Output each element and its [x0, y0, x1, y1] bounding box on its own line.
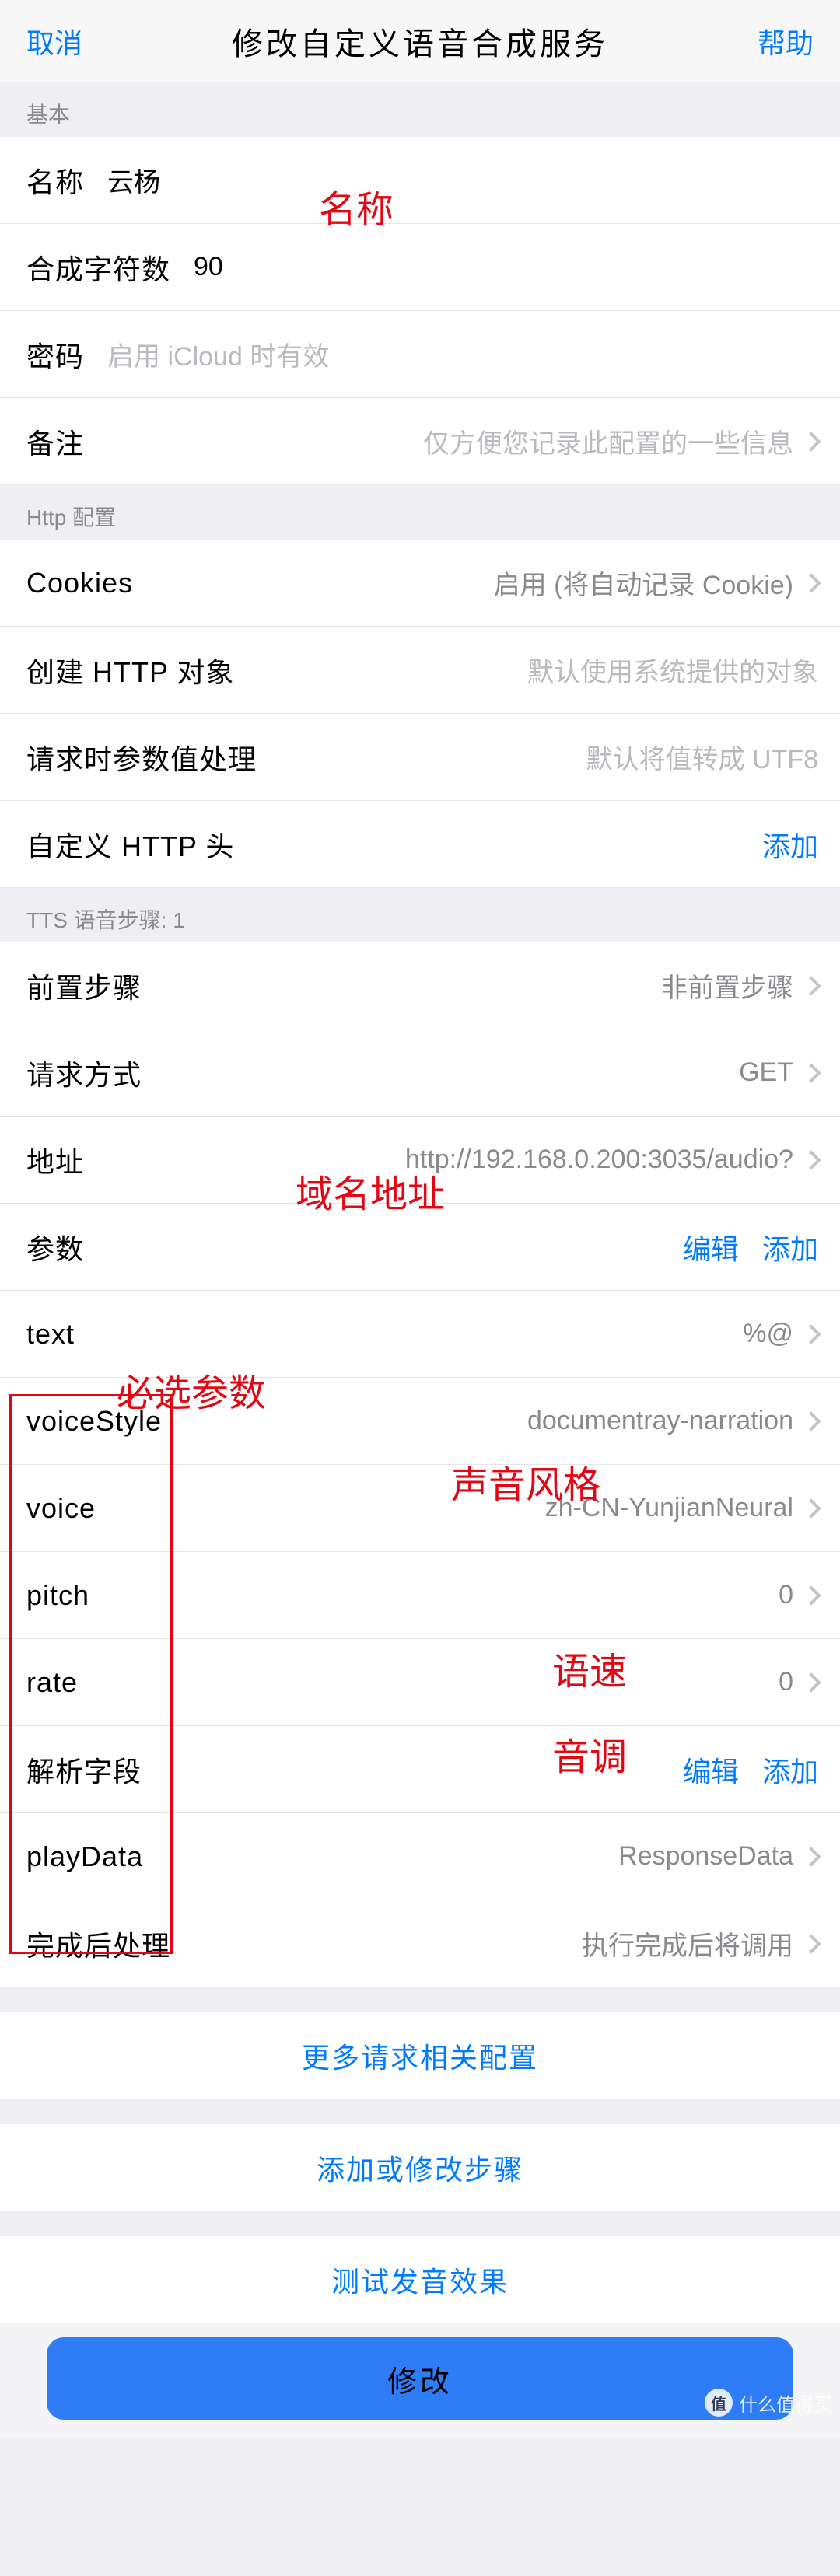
- label-create-http: 创建 HTTP 对象: [26, 650, 234, 690]
- edit-parse-button[interactable]: 编辑: [683, 1749, 739, 1790]
- param-value: zh-CN-YunjianNeural: [96, 1493, 793, 1523]
- label-chars: 合成字符数: [26, 247, 170, 288]
- label-note: 备注: [26, 421, 84, 462]
- parse-value: ResponseData: [143, 1841, 793, 1872]
- row-custom-headers[interactable]: 自定义 HTTP 头 添加: [0, 801, 840, 888]
- section-basic: 基本: [0, 82, 840, 137]
- row-chars[interactable]: 合成字符数 90: [0, 224, 840, 311]
- value-url: http://192.168.0.200:3035/audio?: [84, 1145, 793, 1175]
- add-parse-button[interactable]: 添加: [762, 1749, 818, 1790]
- value-create-http: 默认使用系统提供的对象: [234, 651, 818, 689]
- value-post: 执行完成后将调用: [170, 1924, 793, 1963]
- row-note[interactable]: 备注 仅方便您记录此配置的一些信息: [0, 398, 840, 485]
- page-root: 名称 域名地址 必选参数 声音风格 语速 音调 取消 修改自定义语音合成服务 帮…: [0, 0, 840, 2438]
- param-row-voicestyle[interactable]: voiceStyle documentray-narration: [0, 1378, 840, 1465]
- chevron-icon: [801, 1324, 821, 1344]
- row-pre-step[interactable]: 前置步骤 非前置步骤: [0, 942, 840, 1029]
- row-cookies[interactable]: Cookies 启用 (将自动记录 Cookie): [0, 540, 840, 627]
- row-post-process[interactable]: 完成后处理 执行完成后将调用: [0, 1900, 840, 1987]
- chevron-icon: [801, 1063, 821, 1082]
- chevron-icon: [801, 573, 821, 592]
- test-voice-button[interactable]: 测试发音效果: [0, 2236, 840, 2323]
- label-name: 名称: [26, 160, 84, 201]
- row-params-header: 参数 编辑 添加: [0, 1204, 840, 1291]
- chevron-icon: [801, 976, 821, 995]
- placeholder-note: 仅方便您记录此配置的一些信息: [84, 422, 793, 460]
- chevron-icon: [801, 1934, 821, 1953]
- label-method: 请求方式: [26, 1053, 142, 1093]
- label-pre-step: 前置步骤: [26, 966, 142, 1006]
- row-parse-header: 解析字段 编辑 添加: [0, 1726, 840, 1813]
- watermark-icon: 值: [705, 2389, 733, 2417]
- param-row-voice[interactable]: voice zh-CN-YunjianNeural: [0, 1465, 840, 1552]
- help-button[interactable]: 帮助: [758, 21, 814, 61]
- param-key: voiceStyle: [26, 1405, 162, 1438]
- value-method: GET: [142, 1057, 793, 1088]
- value-pre-step: 非前置步骤: [142, 966, 793, 1005]
- chevron-icon: [801, 1411, 821, 1431]
- row-method[interactable]: 请求方式 GET: [0, 1029, 840, 1117]
- add-param-button[interactable]: 添加: [762, 1227, 818, 1267]
- section-tts: TTS 语音步骤: 1: [0, 888, 840, 942]
- param-value: documentray-narration: [162, 1406, 793, 1436]
- label-password: 密码: [26, 334, 84, 375]
- chevron-icon: [801, 1585, 821, 1605]
- section-http: Http 配置: [0, 485, 840, 540]
- add-header-button[interactable]: 添加: [762, 824, 818, 865]
- param-key: voice: [26, 1492, 96, 1525]
- parse-row-playdata[interactable]: playData ResponseData: [0, 1813, 840, 1900]
- param-key: pitch: [26, 1579, 89, 1612]
- label-params: 参数: [26, 1227, 84, 1267]
- cancel-button[interactable]: 取消: [26, 21, 82, 61]
- row-param-encoding[interactable]: 请求时参数值处理 默认将值转成 UTF8: [0, 714, 840, 801]
- param-row-text[interactable]: text %@: [0, 1291, 840, 1378]
- chevron-icon: [801, 1672, 821, 1692]
- value-cookies: 启用 (将自动记录 Cookie): [133, 564, 793, 602]
- watermark: 值 什么值得买: [661, 2381, 832, 2424]
- label-custom-headers: 自定义 HTTP 头: [26, 824, 234, 865]
- placeholder-password: 启用 iCloud 时有效: [84, 335, 818, 373]
- param-row-rate[interactable]: rate 0: [0, 1639, 840, 1726]
- watermark-text: 什么值得买: [739, 2389, 832, 2417]
- value-chars: 90: [170, 252, 818, 282]
- label-parse: 解析字段: [26, 1749, 142, 1790]
- add-step-button[interactable]: 添加或修改步骤: [0, 2124, 840, 2211]
- row-password[interactable]: 密码 启用 iCloud 时有效: [0, 311, 840, 398]
- chevron-icon: [801, 1150, 821, 1169]
- label-url: 地址: [26, 1140, 84, 1180]
- navbar: 取消 修改自定义语音合成服务 帮助: [0, 0, 840, 82]
- value-name: 云杨: [84, 161, 818, 199]
- param-key: text: [26, 1318, 75, 1351]
- label-cookies: Cookies: [26, 567, 133, 599]
- more-config-button[interactable]: 更多请求相关配置: [0, 2012, 840, 2099]
- param-value: %@: [75, 1319, 793, 1349]
- chevron-icon: [801, 1847, 821, 1866]
- param-value: 0: [89, 1580, 793, 1610]
- row-name[interactable]: 名称 云杨: [0, 137, 840, 224]
- param-row-pitch[interactable]: pitch 0: [0, 1552, 840, 1639]
- row-url[interactable]: 地址 http://192.168.0.200:3035/audio?: [0, 1117, 840, 1204]
- row-create-http[interactable]: 创建 HTTP 对象 默认使用系统提供的对象: [0, 627, 840, 714]
- param-key: rate: [26, 1666, 78, 1699]
- param-value: 0: [78, 1667, 793, 1697]
- label-post: 完成后处理: [26, 1924, 170, 1964]
- page-title: 修改自定义语音合成服务: [232, 19, 608, 64]
- label-param-encoding: 请求时参数值处理: [26, 737, 257, 778]
- value-param-encoding: 默认将值转成 UTF8: [257, 738, 818, 776]
- edit-params-button[interactable]: 编辑: [683, 1227, 739, 1267]
- parse-key: playData: [26, 1840, 143, 1873]
- chevron-icon: [801, 1498, 821, 1518]
- chevron-icon: [801, 432, 821, 451]
